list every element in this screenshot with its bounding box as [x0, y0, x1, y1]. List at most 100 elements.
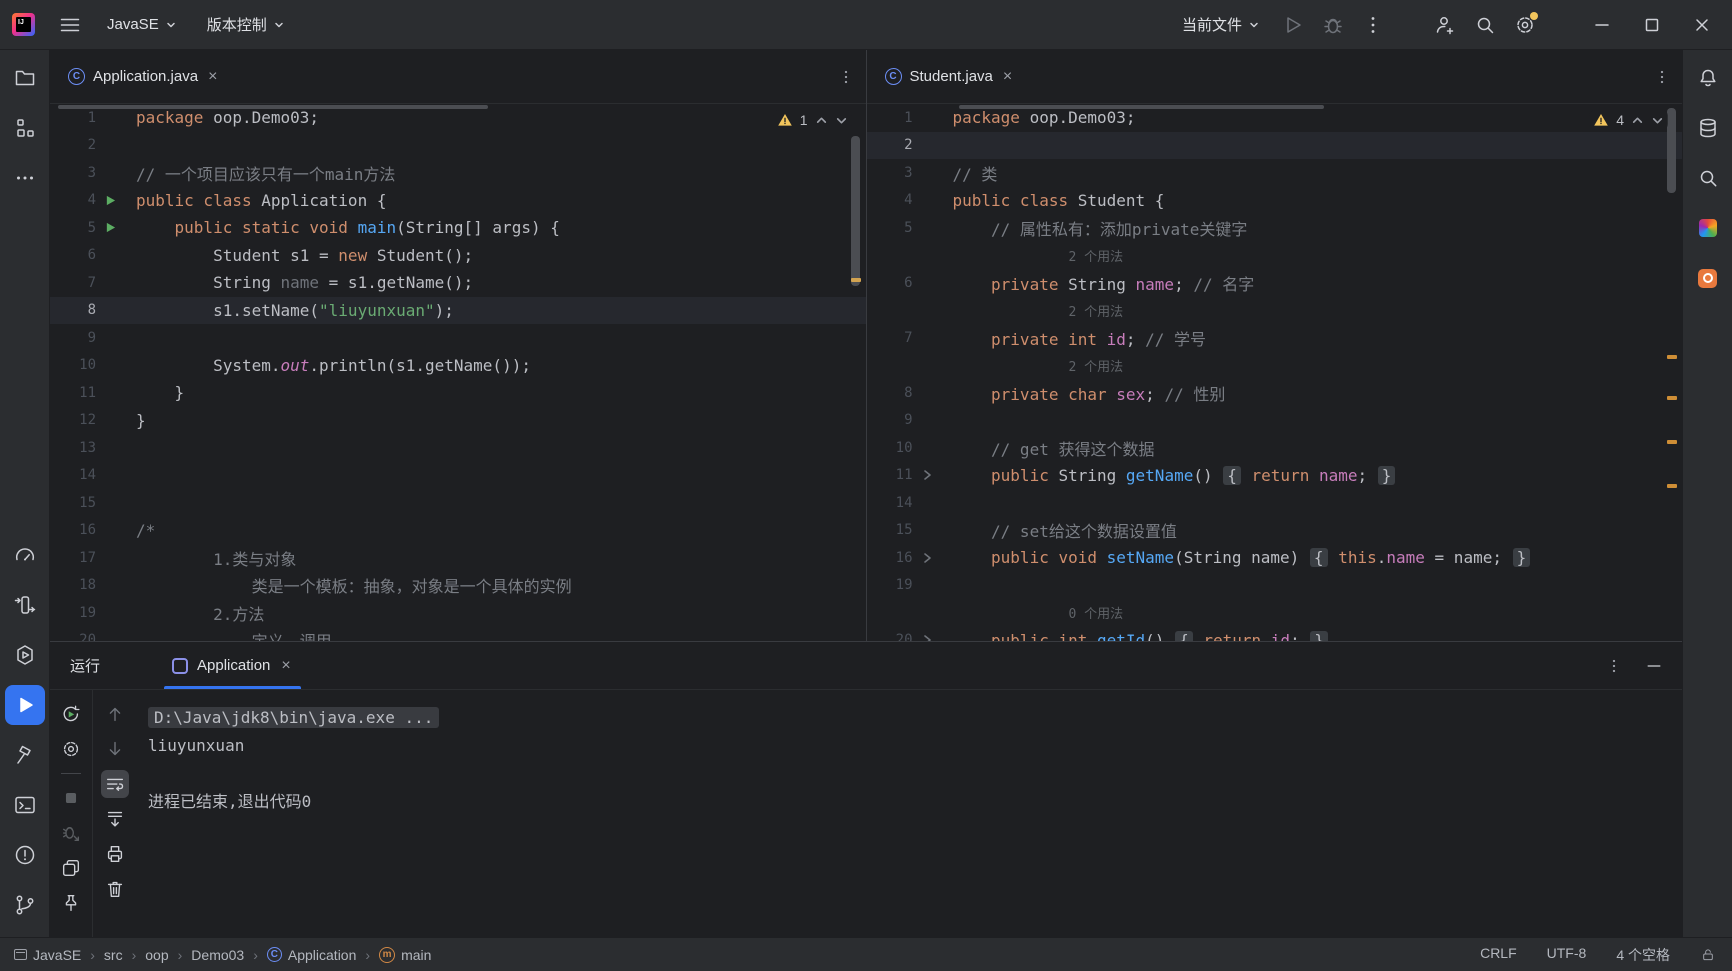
window-close-button[interactable]	[1680, 5, 1724, 45]
inlay-hint-row: 2 个用法	[867, 297, 1683, 325]
status-item[interactable]: UTF-8	[1547, 945, 1587, 965]
rerun-icon	[60, 703, 82, 725]
code-line: 14	[867, 489, 1683, 517]
console-output[interactable]: D:\Java\jdk8\bin\java.exe ...liuyunxuan进…	[136, 690, 1682, 937]
code-editor[interactable]: 1package oop.Demo03;23// 类4public class …	[867, 104, 1683, 641]
rerun-button[interactable]	[57, 700, 85, 728]
project-tool-button[interactable]	[5, 58, 45, 98]
inspections-widget[interactable]: 1	[773, 110, 852, 130]
command-line-chip[interactable]: D:\Java\jdk8\bin\java.exe ...	[148, 707, 439, 728]
tab-close-icon[interactable]: ×	[279, 658, 292, 674]
run-tool-button[interactable]	[5, 685, 45, 725]
window-maximize-button[interactable]	[1630, 5, 1674, 45]
services-hexagon-play-icon	[13, 643, 37, 667]
inlay-hint-row: 0 个用法	[867, 599, 1683, 627]
terminal-tool-button[interactable]	[5, 785, 45, 825]
clear-all-button[interactable]	[101, 875, 129, 903]
warning-stripe-mark[interactable]	[1667, 440, 1677, 444]
main-menu-button[interactable]	[53, 8, 87, 42]
breadcrumb-item-oop[interactable]: oop	[143, 947, 170, 963]
run-button[interactable]	[1276, 8, 1310, 42]
tab-close-icon[interactable]: ×	[206, 69, 219, 85]
debug-button[interactable]	[1316, 8, 1350, 42]
code-with-me-button[interactable]	[1428, 8, 1462, 42]
project-selector[interactable]: JavaSE	[97, 10, 187, 39]
right-tool-stripe	[1682, 50, 1732, 937]
inspections-widget[interactable]: 4	[1589, 110, 1668, 130]
endpoints-tool-button[interactable]	[5, 585, 45, 625]
problems-tool-button[interactable]	[5, 835, 45, 875]
breadcrumb-item-javase[interactable]: JavaSE	[12, 947, 83, 963]
profiler-tool-button[interactable]	[5, 535, 45, 575]
more-tools-button[interactable]	[5, 158, 45, 198]
window-minimize-button[interactable]	[1580, 5, 1624, 45]
arrow-down-icon	[104, 738, 126, 760]
run-tab-application[interactable]: Application ×	[158, 642, 307, 689]
editor-options-button[interactable]	[1652, 67, 1672, 87]
code-editor[interactable]: 1package oop.Demo03;23// 一个项目应该只有一个main方…	[50, 104, 866, 641]
vcs-selector[interactable]: 版本控制	[197, 8, 295, 41]
attach-debugger-button[interactable]	[57, 819, 85, 847]
status-item[interactable]: CRLF	[1480, 945, 1517, 965]
print-button[interactable]	[101, 840, 129, 868]
database-tool-button[interactable]	[1688, 108, 1728, 148]
console-line: liuyunxuan	[148, 732, 1682, 760]
horizontal-scrollbar[interactable]	[58, 105, 488, 109]
chevron-down-icon	[273, 19, 285, 31]
version-control-tool-button[interactable]	[5, 885, 45, 925]
plugin-orange-button[interactable]	[1688, 258, 1728, 298]
up-stack-trace-button[interactable]	[101, 700, 129, 728]
run-panel-more-button[interactable]	[1604, 656, 1624, 676]
horizontal-scrollbar[interactable]	[959, 105, 1324, 109]
search-everywhere-button[interactable]	[1468, 8, 1502, 42]
structure-tool-button[interactable]	[5, 108, 45, 148]
build-tool-button[interactable]	[5, 735, 45, 775]
problems-icon	[13, 843, 37, 867]
editor-options-button[interactable]	[836, 67, 856, 87]
warning-stripe-mark[interactable]	[1667, 396, 1677, 400]
run-line-icon[interactable]	[96, 222, 124, 233]
vertical-scrollbar[interactable]	[1667, 108, 1676, 193]
tab-student-java[interactable]: Student.java ×	[875, 50, 1025, 103]
tab-application-java[interactable]: Application.java ×	[58, 50, 229, 103]
scroll-to-end-button[interactable]	[101, 805, 129, 833]
restore-layout-button[interactable]	[57, 854, 85, 882]
notifications-tool-button[interactable]	[1688, 58, 1728, 98]
console-line	[148, 760, 1682, 788]
run-left-toolbar	[50, 690, 92, 937]
fold-region-icon[interactable]	[913, 634, 941, 641]
down-stack-trace-button[interactable]	[101, 735, 129, 763]
warning-stripe-mark[interactable]	[1667, 355, 1677, 359]
code-line: 10 // get 获得这个数据	[867, 434, 1683, 462]
vertical-scrollbar[interactable]	[851, 136, 860, 286]
breadcrumb-item-src[interactable]: src	[102, 947, 125, 963]
breadcrumb-separator: ›	[90, 947, 95, 963]
project-window-icon	[14, 949, 27, 960]
breadcrumb-separator: ›	[253, 947, 258, 963]
services-tool-button[interactable]	[5, 635, 45, 675]
lock-icon[interactable]	[1700, 947, 1716, 963]
breadcrumb-item-application[interactable]: Application	[265, 947, 359, 963]
breadcrumb-item-demo03[interactable]: Demo03	[189, 947, 246, 963]
breadcrumb: JavaSE›src›oop›Demo03›Application›main	[12, 947, 433, 963]
warning-stripe-mark[interactable]	[851, 278, 861, 282]
gear-icon	[60, 738, 82, 760]
plugin-colorful-button[interactable]	[1688, 208, 1728, 248]
run-line-icon[interactable]	[96, 195, 124, 206]
fold-region-icon[interactable]	[913, 552, 941, 564]
settings-button[interactable]	[1508, 8, 1542, 42]
run-panel-hide-button[interactable]	[1644, 656, 1664, 676]
warning-stripe-mark[interactable]	[1667, 484, 1677, 488]
minimize-icon	[1590, 13, 1614, 37]
fold-region-icon[interactable]	[913, 469, 941, 481]
soft-wrap-button[interactable]	[101, 770, 129, 798]
run-config-selector[interactable]: 当前文件	[1172, 8, 1270, 41]
breadcrumb-item-main[interactable]: main	[377, 947, 433, 963]
find-tool-button[interactable]	[1688, 158, 1728, 198]
status-item[interactable]: 4 个空格	[1616, 945, 1670, 965]
more-actions-button[interactable]	[1356, 8, 1390, 42]
run-settings-button[interactable]	[57, 735, 85, 763]
pin-tab-button[interactable]	[57, 889, 85, 917]
tab-close-icon[interactable]: ×	[1001, 69, 1014, 85]
stop-button[interactable]	[57, 784, 85, 812]
